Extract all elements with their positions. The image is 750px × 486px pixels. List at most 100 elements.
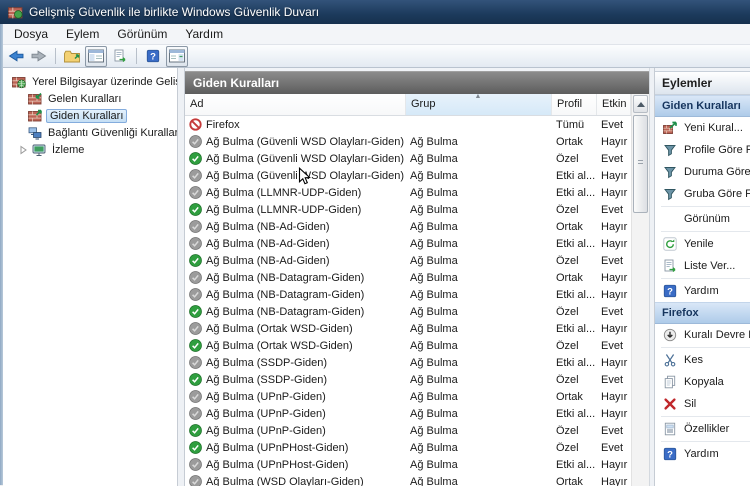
rule-row[interactable]: Ağ Bulma (UPnPHost-Giden)Ağ BulmaEtki al…	[185, 456, 631, 473]
rule-row[interactable]: Ağ Bulma (NB-Datagram-Giden)Ağ BulmaÖzel…	[185, 303, 631, 320]
rule-profile: Etki al...	[552, 289, 597, 301]
rule-row[interactable]: Ağ Bulma (Ortak WSD-Giden)Ağ BulmaEtki a…	[185, 320, 631, 337]
action-item[interactable]: Yeni Kural...	[655, 117, 750, 139]
disabled-icon	[189, 237, 202, 250]
rule-row[interactable]: Ağ Bulma (Güvenli WSD Olayları-Giden)Ağ …	[185, 133, 631, 150]
rule-profile: Etki al...	[552, 170, 597, 182]
scrollbar-thumb[interactable]	[633, 115, 648, 213]
rule-row[interactable]: Ağ Bulma (NB-Ad-Giden)Ağ BulmaEtki al...…	[185, 235, 631, 252]
expand-arrow-icon[interactable]	[19, 145, 28, 155]
rule-enabled: Evet	[597, 340, 631, 352]
disabled-icon	[189, 169, 202, 182]
toolbar-button-up-level[interactable]	[62, 47, 82, 66]
rule-group: Ağ Bulma	[406, 425, 552, 437]
rule-profile: Tümü	[552, 119, 597, 131]
action-item[interactable]: Yenile	[655, 233, 750, 255]
rule-row[interactable]: Ağ Bulma (Ortak WSD-Giden)Ağ BulmaÖzelEv…	[185, 337, 631, 354]
rule-row[interactable]: Ağ Bulma (NB-Datagram-Giden)Ağ BulmaOrta…	[185, 269, 631, 286]
tree-item-baglanti-guvenligi[interactable]: Bağlantı Güvenliği Kuralları	[3, 124, 177, 141]
rule-row[interactable]: Ağ Bulma (UPnP-Giden)Ağ BulmaÖzelEvet	[185, 422, 631, 439]
vertical-scrollbar[interactable]	[631, 94, 649, 486]
action-item[interactable]: ?Yardım	[655, 443, 750, 465]
rule-group: Ağ Bulma	[406, 408, 552, 420]
panel-splitter-left[interactable]	[178, 68, 185, 486]
rule-row[interactable]: Ağ Bulma (NB-Ad-Giden)Ağ BulmaÖzelEvet	[185, 252, 631, 269]
action-item[interactable]: Duruma Göre F	[655, 161, 750, 183]
copy-icon	[662, 375, 677, 389]
tree-item-gelen-kurallari[interactable]: Gelen Kuralları	[3, 90, 177, 107]
disabled-icon	[189, 356, 202, 369]
action-item-label: Gruba Göre Filt	[684, 188, 750, 200]
action-item[interactable]: Gruba Göre Filt	[655, 183, 750, 205]
action-item[interactable]: Profile Göre Fil	[655, 139, 750, 161]
scroll-up-button[interactable]	[633, 95, 648, 113]
rule-enabled: Evet	[597, 204, 631, 216]
menu-item-gorunum[interactable]: Görünüm	[117, 27, 167, 41]
column-header-ad[interactable]: Ad	[185, 94, 406, 115]
menu-bar: Dosya Eylem Görünüm Yardım	[0, 24, 750, 45]
rule-name: Ağ Bulma (SSDP-Giden)	[206, 374, 327, 386]
blocked-icon	[189, 118, 202, 131]
action-separator	[661, 206, 750, 207]
svg-text:?: ?	[150, 52, 156, 63]
menu-item-dosya[interactable]: Dosya	[14, 27, 48, 41]
rule-row[interactable]: Ağ Bulma (LLMNR-UDP-Giden)Ağ BulmaÖzelEv…	[185, 201, 631, 218]
filter-icon	[662, 165, 677, 179]
rule-enabled: Evet	[597, 442, 631, 454]
column-header-profil[interactable]: Profil	[552, 94, 597, 115]
rule-row[interactable]: Ağ Bulma (SSDP-Giden)Ağ BulmaÖzelEvet	[185, 371, 631, 388]
rule-row[interactable]: Ağ Bulma (NB-Ad-Giden)Ağ BulmaOrtakHayır	[185, 218, 631, 235]
action-item[interactable]: Sil	[655, 393, 750, 415]
rule-enabled: Hayır	[597, 238, 631, 250]
tree-item-giden-kurallari[interactable]: Giden Kuralları	[3, 107, 177, 124]
tree-item-root[interactable]: Yerel Bilgisayar üzerinde Gelişm	[3, 73, 177, 90]
menu-item-eylem[interactable]: Eylem	[66, 27, 99, 41]
rule-row[interactable]: Ağ Bulma (WSD Olayları-Giden)Ağ BulmaOrt…	[185, 473, 631, 486]
rule-row[interactable]: FirefoxTümüEvet	[185, 116, 631, 133]
rule-row[interactable]: Ağ Bulma (NB-Datagram-Giden)Ağ BulmaEtki…	[185, 286, 631, 303]
refresh-icon	[662, 237, 677, 251]
action-item[interactable]: Görünüm	[655, 208, 750, 230]
action-separator	[661, 416, 750, 417]
column-header-etkin[interactable]: Etkin	[597, 94, 631, 115]
rule-name: Ağ Bulma (UPnPHost-Giden)	[206, 442, 348, 454]
toolbar-button-forward[interactable]	[29, 47, 49, 66]
rule-name: Ağ Bulma (UPnPHost-Giden)	[206, 459, 348, 471]
action-item[interactable]: Kes	[655, 349, 750, 371]
rule-enabled: Hayır	[597, 459, 631, 471]
toolbar-button-back[interactable]	[6, 47, 26, 66]
action-item[interactable]: Kuralı Devre Dı	[655, 324, 750, 346]
rule-enabled: Hayır	[597, 170, 631, 182]
disabled-icon	[189, 458, 202, 471]
toolbar-button-help[interactable]: ?	[143, 47, 163, 66]
rule-profile: Özel	[552, 374, 597, 386]
action-item-label: Özellikler	[684, 423, 729, 435]
rule-row[interactable]: Ağ Bulma (Güvenli WSD Olayları-Giden)Ağ …	[185, 150, 631, 167]
action-section-header[interactable]: Firefox	[655, 302, 750, 324]
toolbar: ?	[0, 45, 750, 68]
rule-name: Ağ Bulma (Ortak WSD-Giden)	[206, 340, 353, 352]
action-item[interactable]: Liste Ver...	[655, 255, 750, 277]
rule-row[interactable]: Ağ Bulma (SSDP-Giden)Ağ BulmaEtki al...H…	[185, 354, 631, 371]
export-list-icon	[662, 259, 677, 273]
rule-row[interactable]: Ağ Bulma (LLMNR-UDP-Giden)Ağ BulmaEtki a…	[185, 184, 631, 201]
rule-row[interactable]: Ağ Bulma (UPnP-Giden)Ağ BulmaOrtakHayır	[185, 388, 631, 405]
action-item-label: Yardım	[684, 285, 719, 297]
action-item[interactable]: Kopyala	[655, 371, 750, 393]
rule-row[interactable]: Ağ Bulma (Güvenli WSD Olayları-Giden)Ağ …	[185, 167, 631, 184]
rule-row[interactable]: Ağ Bulma (UPnPHost-Giden)Ağ BulmaÖzelEve…	[185, 439, 631, 456]
action-item[interactable]: Özellikler	[655, 418, 750, 440]
toolbar-button-toggle-console-tree[interactable]	[85, 46, 107, 67]
toolbar-button-export-list[interactable]	[110, 47, 130, 66]
action-item[interactable]: ?Yardım	[655, 280, 750, 302]
menu-item-yardim[interactable]: Yardım	[185, 27, 223, 41]
enabled-icon	[189, 373, 202, 386]
rule-group: Ağ Bulma	[406, 238, 552, 250]
rule-profile: Ortak	[552, 476, 597, 486]
list-panel-title: Giden Kuralları	[185, 71, 649, 94]
column-header-grup[interactable]: Grup▲	[406, 94, 552, 115]
rule-row[interactable]: Ağ Bulma (UPnP-Giden)Ağ BulmaEtki al...H…	[185, 405, 631, 422]
toolbar-button-toggle-action-pane[interactable]	[166, 46, 188, 67]
action-section-header[interactable]: Giden Kuralları	[655, 95, 750, 117]
tree-item-izleme[interactable]: İzleme	[3, 141, 177, 158]
